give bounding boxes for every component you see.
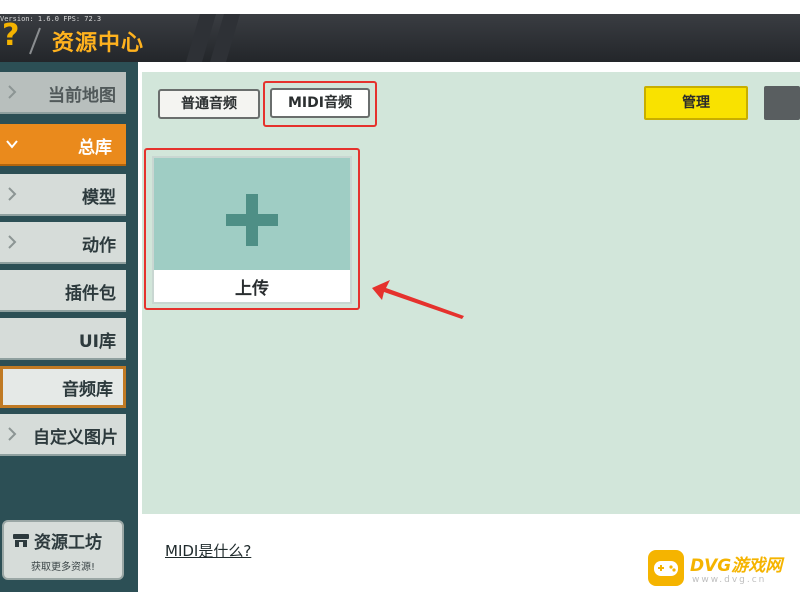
title-separator-icon: [29, 27, 41, 55]
tab-normal-audio[interactable]: 普通音频: [158, 89, 260, 119]
chevron-right-icon: [8, 85, 17, 99]
help-question-icon[interactable]: ?: [2, 21, 19, 51]
sidebar-item-plugin-pack[interactable]: 插件包: [0, 270, 126, 312]
watermark-brand: DVG游戏网: [690, 556, 783, 576]
manage-button[interactable]: 管理: [644, 86, 748, 120]
sidebar-item-models[interactable]: 模型: [0, 174, 126, 216]
chevron-down-icon: [6, 140, 18, 149]
sidebar-item-label: 模型: [82, 188, 116, 208]
extra-toolbar-button[interactable]: [764, 86, 800, 120]
sidebar-item-audio-library[interactable]: 音频库: [0, 366, 126, 408]
sidebar-item-label: 自定义图片: [33, 428, 118, 448]
red-arrow-icon: [372, 280, 464, 319]
sidebar-item-main-library[interactable]: 总库: [0, 124, 126, 166]
page-title: 资源中心: [52, 31, 145, 56]
sidebar-item-label: 插件包: [65, 284, 116, 304]
sidebar-item-actions[interactable]: 动作: [0, 222, 126, 264]
resource-center-screen: Version: 1.6.0 FPS: 72.3 ? 资源中心 当前地图 总库 …: [0, 0, 800, 592]
midi-tab-highlight-box: [263, 81, 377, 127]
store-icon: [13, 534, 29, 547]
sidebar-item-label: 总库: [78, 138, 112, 158]
sidebar-item-label: UI库: [78, 332, 116, 352]
sidebar-item-label: 动作: [82, 236, 116, 256]
chevron-right-icon: [8, 427, 17, 441]
watermark: DVG游戏网 www.dvg.cn: [648, 550, 796, 590]
chevron-right-icon: [8, 187, 17, 201]
chevron-right-icon: [8, 235, 17, 249]
workshop-sublabel: 获取更多资源!: [30, 562, 95, 573]
sidebar-item-ui-library[interactable]: UI库: [0, 318, 126, 360]
titlebar-decoration: [186, 14, 240, 62]
resource-workshop-button[interactable]: 资源工坊 获取更多资源!: [2, 520, 124, 580]
sidebar-item-label: 音频库: [62, 380, 113, 400]
sidebar-item-custom-images[interactable]: 自定义图片: [0, 414, 126, 456]
upload-highlight-box: [144, 148, 360, 310]
sidebar-item-current-map[interactable]: 当前地图: [0, 72, 126, 114]
watermark-site: www.dvg.cn: [692, 575, 767, 585]
what-is-midi-link[interactable]: MIDI是什么?: [165, 540, 251, 561]
workshop-label: 资源工坊: [34, 533, 102, 553]
gamepad-logo-icon: [648, 550, 684, 586]
sidebar-item-label: 当前地图: [48, 86, 116, 106]
